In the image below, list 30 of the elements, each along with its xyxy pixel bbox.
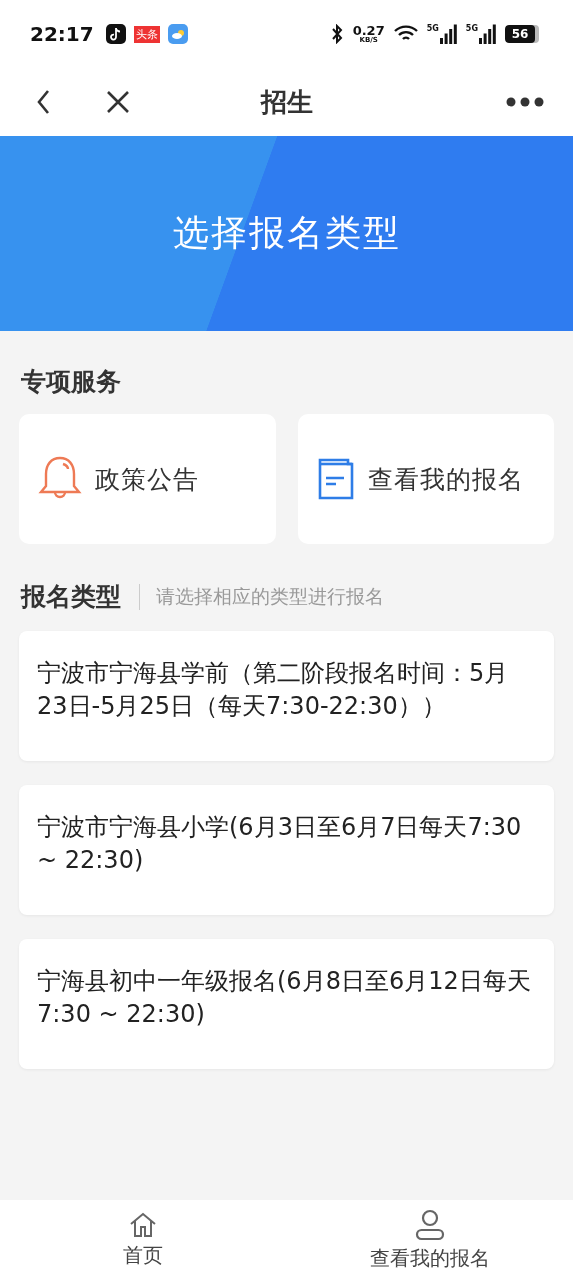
close-icon — [106, 90, 130, 114]
registration-type-card[interactable]: 宁海县初中一年级报名(6月8日至6月12日每天7:30 ~ 22:30) — [19, 939, 554, 1069]
page-title: 招生 — [260, 85, 313, 119]
home-icon — [129, 1211, 158, 1238]
service-label: 查看我的报名 — [367, 463, 524, 495]
app-icon — [105, 24, 126, 44]
weather-icon — [167, 24, 188, 44]
network-type: 5G — [465, 24, 478, 33]
network-speed: 0.27 — [352, 24, 385, 37]
network-type: 5G — [426, 24, 439, 33]
status-time: 22:17 — [30, 22, 94, 46]
registration-type-card[interactable]: 宁波市宁海县小学(6月3日至6月7日每天7:30 ~ 22:30) — [19, 785, 554, 915]
tab-bar-item[interactable]: 首页 — [0, 1200, 287, 1280]
more-icon — [506, 97, 544, 107]
battery-level: 56 — [511, 27, 529, 41]
service-card[interactable]: 政策公告 — [19, 414, 276, 544]
registration-type-card[interactable]: 宁波市宁海县学前（第二阶段报名时间：5月23日-5月25日（每天7:30-22:30）） — [19, 631, 554, 761]
back-icon — [36, 89, 52, 115]
section-hint: 请选择相应的类型进行报名 — [139, 583, 384, 610]
section-title: 专项服务 — [21, 366, 121, 398]
signal-icon — [479, 24, 497, 44]
tab-bar-item[interactable]: 查看我的报名 — [286, 1200, 573, 1280]
news-badge: 头条 — [133, 25, 160, 43]
signal-icon — [439, 24, 458, 44]
service-label: 政策公告 — [95, 463, 199, 495]
person-icon — [414, 1208, 445, 1241]
service-card[interactable]: 查看我的报名 — [297, 414, 554, 544]
section-title: 报名类型 — [21, 581, 121, 613]
banner-title: 选择报名类型 — [172, 211, 401, 255]
bluetooth-icon — [330, 24, 345, 44]
